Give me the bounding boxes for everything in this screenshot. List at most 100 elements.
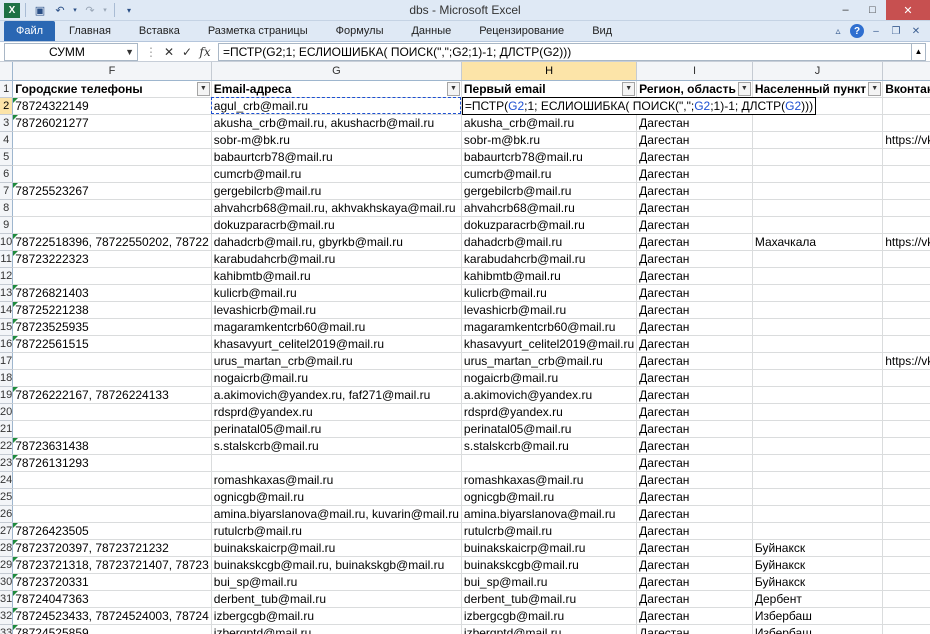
cell-i[interactable]: Дагестан	[636, 318, 753, 336]
cell-k[interactable]	[882, 369, 930, 387]
row-header[interactable]: 25	[0, 488, 14, 506]
cell-h[interactable]: izbergcgb@mail.ru	[461, 607, 638, 625]
cell-i[interactable]: Дагестан	[636, 573, 753, 591]
cell-i[interactable]: Дагестан	[636, 420, 753, 438]
row-header[interactable]: 6	[0, 165, 14, 183]
row-header[interactable]: 23	[0, 454, 14, 472]
cell-f[interactable]: 78726821403	[12, 284, 212, 302]
filter-dropdown-icon[interactable]: ▼	[446, 81, 460, 96]
row-header[interactable]: 14	[0, 301, 14, 319]
row-header[interactable]: 27	[0, 522, 14, 540]
cell-f[interactable]	[12, 403, 212, 421]
cell-k[interactable]	[882, 250, 930, 268]
column-header-h[interactable]: H	[461, 62, 638, 81]
maximize-button[interactable]: □	[859, 0, 886, 20]
cell-h[interactable]: cumcrb@mail.ru	[461, 165, 638, 183]
cell-f[interactable]: 78723222323	[12, 250, 212, 268]
row-header[interactable]: 28	[0, 539, 14, 557]
row-header[interactable]: 29	[0, 556, 14, 574]
cell-i[interactable]: Дагестан	[636, 522, 753, 540]
cell-j[interactable]: Избербаш	[752, 607, 884, 625]
cell-f[interactable]: 78726423505	[12, 522, 212, 540]
tab-5[interactable]: Данные	[397, 21, 465, 41]
cell-j[interactable]	[752, 335, 884, 353]
cell-j[interactable]	[752, 420, 884, 438]
cell-g[interactable]: amina.biyarslanova@mail.ru, kuvarin@mail…	[211, 505, 462, 523]
row-header[interactable]: 9	[0, 216, 14, 234]
cell-h[interactable]: gergebilcrb@mail.ru	[461, 182, 638, 200]
cell-i[interactable]: Дагестан	[636, 386, 753, 404]
cell-k[interactable]: https://vk.com/sobrm05	[882, 131, 930, 149]
cell-j[interactable]	[752, 250, 884, 268]
cell-j[interactable]	[752, 284, 884, 302]
row-header[interactable]: 10	[0, 233, 14, 251]
active-edit-cell-h2[interactable]: =ПСТР(G2;1; ЕСЛИОШИБКА( ПОИСК(",";G2;1)-…	[461, 96, 817, 115]
cell-f[interactable]	[12, 216, 212, 234]
cell-k[interactable]	[882, 267, 930, 285]
cell-j[interactable]	[752, 352, 884, 370]
cell-k[interactable]	[882, 403, 930, 421]
cell-f[interactable]: 78725523267	[12, 182, 212, 200]
cell-h[interactable]: buinakskaicrp@mail.ru	[461, 539, 638, 557]
cell-h[interactable]: buinakskcgb@mail.ru	[461, 556, 638, 574]
cell-k[interactable]	[882, 114, 930, 132]
cell-i[interactable]: Дагестан	[636, 233, 753, 251]
cell-j[interactable]	[752, 386, 884, 404]
cell-h[interactable]: a.akimovich@yandex.ru	[461, 386, 638, 404]
cell-f[interactable]: 78724523433, 78724524003, 78724	[12, 607, 212, 625]
cell-k[interactable]	[882, 590, 930, 608]
ribbon-minimize-icon[interactable]: ▵	[830, 23, 846, 39]
cell-j[interactable]	[752, 199, 884, 217]
column-header-f[interactable]: F	[12, 62, 212, 81]
name-box-dropdown-icon[interactable]: ▼	[125, 44, 134, 60]
cell-j[interactable]	[752, 148, 884, 166]
cell-j[interactable]	[752, 114, 884, 132]
row-header[interactable]: 22	[0, 437, 14, 455]
row-header[interactable]: 30	[0, 573, 14, 591]
row-header[interactable]: 21	[0, 420, 14, 438]
cell-g[interactable]: magaramkentcrb60@mail.ru	[211, 318, 462, 336]
undo-icon[interactable]: ↶	[51, 2, 69, 18]
cell-k[interactable]	[882, 148, 930, 166]
cell-h[interactable]: ognicgb@mail.ru	[461, 488, 638, 506]
cell-j[interactable]: Избербаш	[752, 624, 884, 634]
workbook-minimize-icon[interactable]: –	[868, 23, 884, 39]
cell-f[interactable]: 78723720331	[12, 573, 212, 591]
cell-f[interactable]: 78723720397, 78723721232	[12, 539, 212, 557]
cell-g[interactable]: derbent_tub@mail.ru	[211, 590, 462, 608]
cell-k[interactable]	[882, 488, 930, 506]
workbook-restore-icon[interactable]: ❐	[888, 23, 904, 39]
row-header[interactable]: 32	[0, 607, 14, 625]
cell-i[interactable]: Дагестан	[636, 505, 753, 523]
help-icon[interactable]: ?	[850, 24, 864, 38]
cell-f[interactable]: 78723631438	[12, 437, 212, 455]
cell-j[interactable]: Буйнакск	[752, 539, 884, 557]
column-header-k[interactable]: K	[882, 62, 930, 81]
cell-k[interactable]	[882, 522, 930, 540]
cell-h[interactable]: perinatal05@mail.ru	[461, 420, 638, 438]
cell-j[interactable]	[752, 301, 884, 319]
cell-g[interactable]: a.akimovich@yandex.ru, faf271@mail.ru	[211, 386, 462, 404]
enter-icon[interactable]: ✓	[180, 45, 194, 59]
cell-g[interactable]: izbergptd@mail.ru	[211, 624, 462, 634]
cell-f[interactable]	[12, 505, 212, 523]
cell-i[interactable]: Дагестан	[636, 556, 753, 574]
cell-g[interactable]: nogaicrb@mail.ru	[211, 369, 462, 387]
table-header-cell[interactable]: Регион, область ▼	[636, 80, 753, 98]
cell-f[interactable]: 78723525935	[12, 318, 212, 336]
row-header[interactable]: 18	[0, 369, 14, 387]
cell-i[interactable]: Дагестан	[636, 369, 753, 387]
cell-i[interactable]: Дагестан	[636, 199, 753, 217]
cell-i[interactable]: Дагестан	[636, 539, 753, 557]
formula-input[interactable]: =ПСТР(G2;1; ЕСЛИОШИБКА( ПОИСК(",";G2;1)-…	[218, 42, 912, 61]
row-header[interactable]: 3	[0, 114, 14, 132]
filter-dropdown-icon[interactable]: ▼	[737, 81, 751, 96]
cell-g[interactable]: dokuzparacrb@mail.ru	[211, 216, 462, 234]
cell-j[interactable]	[752, 437, 884, 455]
cell-i[interactable]: Дагестан	[636, 624, 753, 634]
cell-j[interactable]	[752, 318, 884, 336]
table-header-cell[interactable]: Городские телефоны ▼	[12, 80, 212, 98]
cell-f[interactable]	[12, 488, 212, 506]
filter-dropdown-icon[interactable]: ▼	[868, 81, 882, 96]
filter-dropdown-icon[interactable]: ▼	[622, 81, 636, 96]
